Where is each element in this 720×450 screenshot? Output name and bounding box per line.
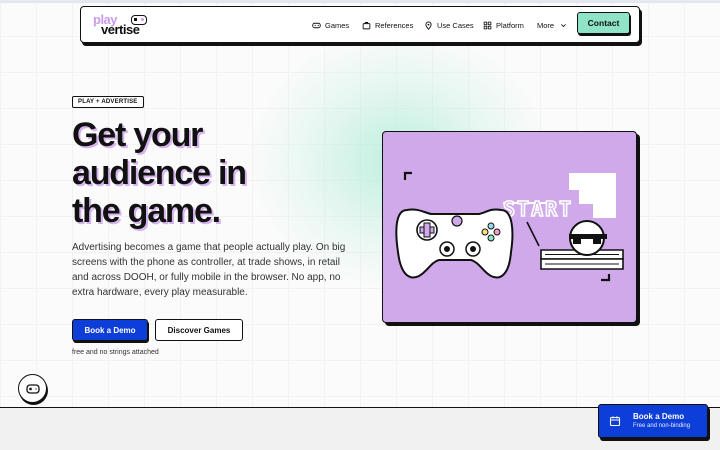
headline-line: the game. — [72, 192, 221, 230]
headline-line: audience in — [72, 154, 247, 192]
logo[interactable]: play vertise — [91, 12, 147, 38]
logo-gamepad-icon — [131, 15, 147, 25]
calendar-icon — [609, 416, 621, 427]
nav-item-label: References — [375, 20, 414, 30]
chevron-down-icon — [561, 23, 566, 27]
book-demo-button[interactable]: Book a Demo — [72, 319, 148, 341]
hero-description: Advertising becomes a game that people a… — [72, 242, 346, 298]
nav-item-games[interactable]: Games — [312, 18, 349, 32]
location-pin-icon — [425, 21, 432, 30]
joystick-stick — [526, 221, 540, 247]
sunglasses-character-icon — [540, 220, 624, 282]
sticky-book-demo-button[interactable]: Book a Demo Free and non-binding — [598, 404, 708, 438]
gamepad-icon — [25, 383, 40, 394]
corner-bracket — [403, 171, 412, 180]
headline-line: Get your — [72, 116, 203, 154]
nav-item-use-cases[interactable]: Use Cases — [424, 18, 474, 32]
grid-icon — [483, 21, 492, 29]
hero-note: free and no strings attached — [72, 349, 159, 356]
contact-button[interactable]: Contact — [577, 12, 630, 34]
nav-item-label: Platform — [496, 20, 524, 30]
hero-illustration-card: START — [382, 131, 637, 323]
gamepad-icon — [312, 22, 321, 28]
discover-games-button[interactable]: Discover Games — [155, 319, 243, 341]
navbar: play vertise Games References Use Cases … — [80, 6, 640, 43]
sticky-cta-subtitle: Free and non-binding — [633, 423, 691, 429]
hero-badge: PLAY + ADVERTISE — [72, 96, 144, 108]
nav-item-platform[interactable]: Platform — [483, 18, 524, 32]
start-text: START — [503, 197, 573, 221]
nav-item-label: Use Cases — [437, 20, 474, 30]
gamepad-illustration-icon — [395, 208, 514, 279]
nav-item-label: Games — [325, 20, 350, 30]
briefcase-icon — [362, 21, 371, 29]
floating-logo-button[interactable] — [18, 374, 47, 403]
nav-item-more[interactable]: More — [537, 18, 571, 32]
hero-headline: Get your audience in the game. — [72, 116, 332, 230]
nav-item-label: More — [537, 20, 555, 30]
game-illustration: START — [395, 171, 624, 282]
nav-item-references[interactable]: References — [362, 18, 413, 32]
sticky-cta-title: Book a Demo — [633, 412, 685, 421]
